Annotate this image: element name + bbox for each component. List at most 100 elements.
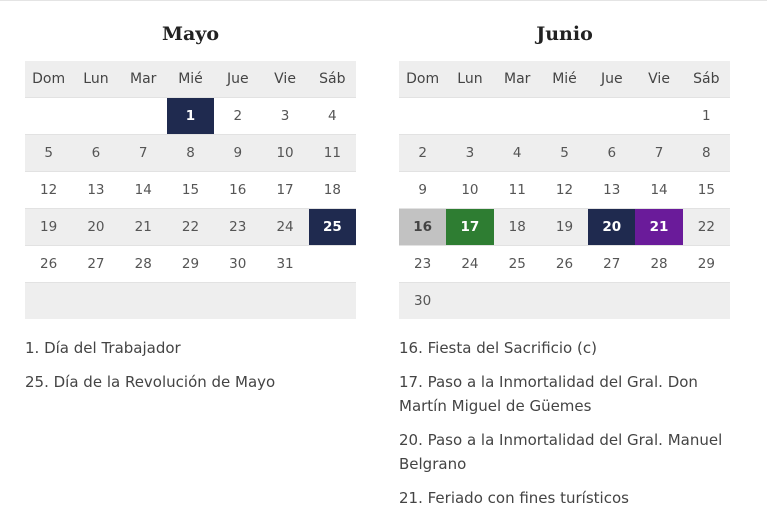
day-cell[interactable]: 17 xyxy=(261,171,309,209)
day-cell[interactable]: 16 xyxy=(214,171,262,209)
holiday-day-cell[interactable]: 21 xyxy=(635,208,683,246)
day-cell[interactable]: 11 xyxy=(493,171,541,209)
day-cell[interactable]: 19 xyxy=(25,208,73,246)
empty-cell xyxy=(588,97,636,135)
empty-cell xyxy=(493,282,541,319)
weekday-header-row: Dom Lun Mar Mié Jue Vie Sáb xyxy=(399,61,730,98)
day-cell[interactable]: 1 xyxy=(682,97,730,135)
day-cell[interactable]: 23 xyxy=(399,245,447,283)
day-cell[interactable]: 24 xyxy=(446,245,494,283)
day-cell[interactable]: 21 xyxy=(119,208,167,246)
empty-cell xyxy=(588,282,636,319)
empty-cell xyxy=(540,282,589,319)
holiday-note: 20. Paso a la Inmortalidad del Gral. Man… xyxy=(399,431,723,473)
day-cell[interactable]: 23 xyxy=(214,208,262,246)
week-row: 9 10 11 12 13 14 15 xyxy=(399,171,730,209)
empty-cell xyxy=(446,97,494,135)
empty-cell xyxy=(635,97,683,135)
day-cell[interactable]: 2 xyxy=(399,134,447,172)
day-cell[interactable]: 12 xyxy=(25,171,73,209)
week-row: 19 20 21 22 23 24 25 xyxy=(25,208,356,246)
empty-cell xyxy=(72,97,120,135)
day-cell[interactable]: 9 xyxy=(214,134,262,172)
weekday-header: Mié xyxy=(540,61,589,98)
weekday-header: Jue xyxy=(214,61,262,98)
day-cell[interactable]: 13 xyxy=(588,171,636,209)
weekday-header: Mar xyxy=(493,61,541,98)
day-cell[interactable]: 20 xyxy=(72,208,120,246)
weekday-header: Vie xyxy=(261,61,309,98)
day-cell[interactable]: 2 xyxy=(214,97,262,135)
day-cell[interactable]: 6 xyxy=(588,134,636,172)
weekday-header: Sáb xyxy=(308,61,356,98)
day-cell[interactable]: 29 xyxy=(682,245,730,283)
day-cell[interactable]: 19 xyxy=(540,208,589,246)
empty-cell xyxy=(308,282,356,319)
day-cell[interactable]: 7 xyxy=(635,134,683,172)
holiday-day-cell[interactable]: 16 xyxy=(399,208,447,246)
day-cell[interactable]: 11 xyxy=(308,134,356,172)
week-row: 5 6 7 8 9 10 11 xyxy=(25,134,356,172)
day-cell[interactable]: 22 xyxy=(166,208,215,246)
day-cell[interactable]: 27 xyxy=(588,245,636,283)
empty-cell xyxy=(493,97,541,135)
holiday-note: 16. Fiesta del Sacrificio (c) xyxy=(399,339,597,357)
day-cell[interactable]: 9 xyxy=(399,171,447,209)
holiday-day-cell[interactable]: 25 xyxy=(308,208,356,246)
day-cell[interactable]: 5 xyxy=(25,134,73,172)
day-cell[interactable]: 8 xyxy=(682,134,730,172)
week-row: 23 24 25 26 27 28 29 xyxy=(399,245,730,283)
empty-cell xyxy=(166,282,215,319)
weekday-header: Mar xyxy=(119,61,167,98)
day-cell[interactable]: 14 xyxy=(119,171,167,209)
empty-cell xyxy=(119,97,167,135)
day-cell[interactable]: 3 xyxy=(261,97,309,135)
day-cell[interactable]: 8 xyxy=(166,134,215,172)
day-cell[interactable]: 10 xyxy=(261,134,309,172)
day-cell[interactable]: 28 xyxy=(119,245,167,283)
holiday-note: 17. Paso a la Inmortalidad del Gral. Don… xyxy=(399,373,698,415)
day-cell[interactable]: 31 xyxy=(261,245,309,283)
day-cell[interactable]: 18 xyxy=(493,208,541,246)
day-cell[interactable]: 6 xyxy=(72,134,120,172)
day-cell[interactable]: 30 xyxy=(399,282,447,319)
week-row: 30 xyxy=(399,282,730,319)
week-row xyxy=(25,282,356,319)
month-title: Mayo xyxy=(161,23,220,45)
empty-cell xyxy=(261,282,309,319)
day-cell[interactable]: 12 xyxy=(540,171,589,209)
day-cell[interactable]: 15 xyxy=(166,171,215,209)
empty-cell xyxy=(635,282,683,319)
day-cell[interactable]: 3 xyxy=(446,134,494,172)
day-cell[interactable]: 24 xyxy=(261,208,309,246)
day-cell[interactable]: 26 xyxy=(25,245,73,283)
day-cell[interactable]: 22 xyxy=(682,208,730,246)
day-cell[interactable]: 18 xyxy=(308,171,356,209)
day-cell[interactable]: 4 xyxy=(308,97,356,135)
day-cell[interactable]: 25 xyxy=(493,245,541,283)
calendar-june: Junio Dom Lun Mar Mié Jue Vie Sáb 1 2 3 4 5 6 7 8 9 10 1… xyxy=(399,0,730,319)
holiday-day-cell[interactable]: 17 xyxy=(446,208,494,246)
day-cell[interactable]: 15 xyxy=(682,171,730,209)
day-cell[interactable]: 27 xyxy=(72,245,120,283)
weekday-header: Dom xyxy=(399,61,447,98)
day-cell[interactable]: 29 xyxy=(166,245,215,283)
weekday-header: Vie xyxy=(635,61,683,98)
weekday-header: Jue xyxy=(588,61,636,98)
weekday-header: Sáb xyxy=(682,61,730,98)
day-cell[interactable]: 26 xyxy=(540,245,589,283)
holiday-day-cell[interactable]: 20 xyxy=(588,208,636,246)
day-cell[interactable]: 4 xyxy=(493,134,541,172)
day-cell[interactable]: 30 xyxy=(214,245,262,283)
empty-cell xyxy=(72,282,120,319)
day-cell[interactable]: 28 xyxy=(635,245,683,283)
day-cell[interactable]: 7 xyxy=(119,134,167,172)
holiday-day-cell[interactable]: 1 xyxy=(166,97,215,135)
week-row: 16 17 18 19 20 21 22 xyxy=(399,208,730,246)
day-cell[interactable]: 5 xyxy=(540,134,589,172)
day-cell[interactable]: 10 xyxy=(446,171,494,209)
day-cell[interactable]: 13 xyxy=(72,171,120,209)
weekday-header: Lun xyxy=(446,61,494,98)
empty-cell xyxy=(25,97,73,135)
day-cell[interactable]: 14 xyxy=(635,171,683,209)
